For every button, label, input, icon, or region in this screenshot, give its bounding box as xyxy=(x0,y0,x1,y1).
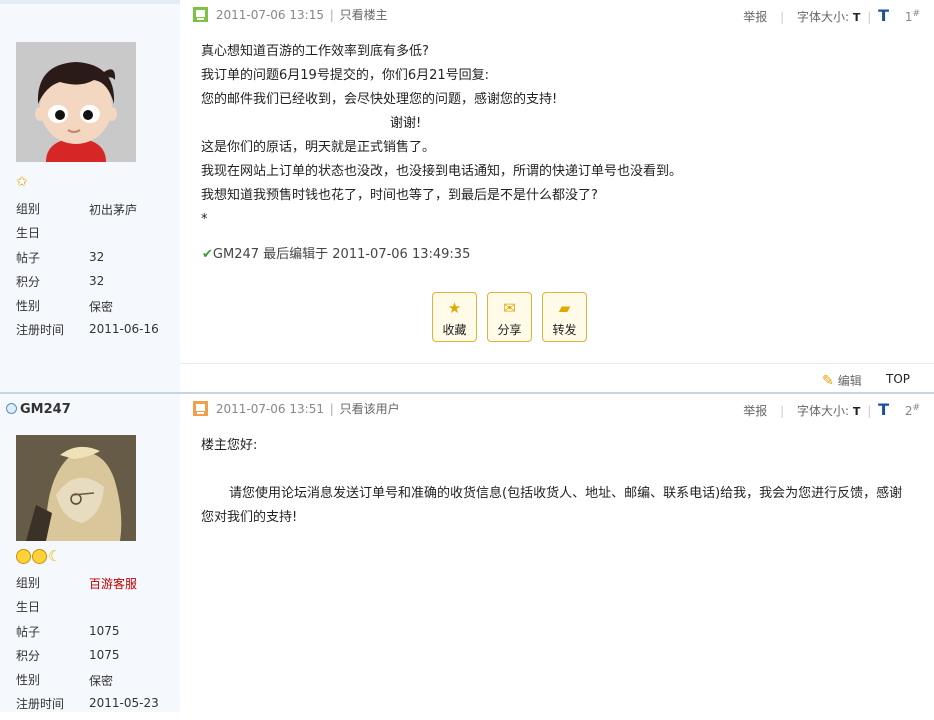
font-size-label: 字体大小: xyxy=(796,404,850,418)
content-body: 请您使用论坛消息发送订单号和准确的收货信息(包括收货人、地址、邮编、联系电话)给… xyxy=(201,486,903,525)
info-gender: 性别 保密 xyxy=(16,299,114,315)
sun-rank-icon xyxy=(32,548,47,564)
only-author-link[interactable]: 只看该用户 xyxy=(340,402,400,416)
font-big-button[interactable]: T xyxy=(878,6,889,25)
star-icon: ★ xyxy=(447,299,462,317)
post-footer: ✎ 编辑 TOP xyxy=(180,363,934,393)
post-header-tools: 举报 | 字体大小: T | T 2# xyxy=(743,400,920,419)
group-value: 初出茅庐 xyxy=(89,203,138,217)
author-name[interactable]: GM247 xyxy=(6,402,71,417)
info-posts: 帖子 1075 xyxy=(16,623,120,639)
content-line: * xyxy=(201,212,208,227)
info-points: 积分 1075 xyxy=(16,647,120,663)
favorite-button[interactable]: ★ 收藏 xyxy=(432,292,477,342)
content-greeting: 楼主您好: xyxy=(201,438,258,453)
post-1: ✩ 组别 初出茅庐 生日 帖子 32 积分 32 性别 保密 注册时间 2011… xyxy=(0,0,934,393)
font-small-button[interactable]: T xyxy=(853,11,861,24)
avatar[interactable] xyxy=(16,435,136,541)
check-icon: ✔ xyxy=(202,247,213,262)
content-line: 谢谢! xyxy=(390,116,422,131)
font-big-button[interactable]: T xyxy=(878,400,889,419)
post-time: 2011-07-06 13:15 xyxy=(215,8,324,22)
info-posts: 帖子 32 xyxy=(16,249,105,265)
author-info: 组别 百游客服 生日 帖子 1075 积分 1075 性别 保密 注册时间 20… xyxy=(16,574,176,720)
info-registered: 注册时间 2011-06-16 xyxy=(16,322,159,338)
content-line: 我订单的问题6月19号提交的，你们6月21号回复: xyxy=(201,68,490,83)
post-header: 2011-07-06 13:51 | 只看该用户 举报 | 字体大小: T | … xyxy=(193,400,920,420)
info-gender: 性别 保密 xyxy=(16,673,114,689)
post-header: 2011-07-06 13:15 | 只看楼主 举报 | 字体大小: T | T… xyxy=(193,6,920,26)
floor-number[interactable]: 2# xyxy=(905,403,920,418)
rank-icons: ☾ xyxy=(16,547,61,565)
content-line: 这是你们的原话，明天就是正式销售了。 xyxy=(201,140,436,155)
pencil-icon: ✎ xyxy=(822,373,834,389)
info-birthday: 生日 xyxy=(16,600,41,615)
only-author-link[interactable]: 只看楼主 xyxy=(340,8,388,22)
content-line: 我现在网站上订单的状态也没改，也没接到电话通知，所谓的快递订单号也没看到。 xyxy=(201,164,683,179)
avatar[interactable] xyxy=(16,42,136,162)
author-sidebar: GM247 ☾ 组别 百游客服 生日 帖子 1075 积分 1075 性别 保密… xyxy=(0,394,180,712)
post-2: GM247 ☾ 组别 百游客服 生日 帖子 1075 积分 1075 性别 保密… xyxy=(0,394,934,712)
post-type-icon xyxy=(193,7,208,22)
last-edited-note: ✔GM247 最后编辑于 2011-07-06 13:49:35 xyxy=(202,247,471,262)
share-button[interactable]: ✉ 分享 xyxy=(487,292,532,342)
cartoon-boy-avatar-icon xyxy=(16,42,136,162)
content-line: 您的邮件我们已经收到，会尽快处理您的问题，感谢您的支持! xyxy=(201,92,558,107)
star-icon: ✩ xyxy=(16,174,28,190)
folder-icon: ▰ xyxy=(558,299,571,317)
report-link[interactable]: 举报 xyxy=(743,404,767,418)
info-group: 组别 百游客服 xyxy=(16,576,138,591)
anime-character-avatar-icon xyxy=(16,435,136,541)
edit-link[interactable]: ✎ 编辑 xyxy=(822,372,862,389)
content-line: 我想知道我预售时钱也花了，时间也等了，到最后是不是什么都没了? xyxy=(201,188,598,203)
envelope-icon: ✉ xyxy=(503,299,516,317)
back-to-top-link[interactable]: TOP xyxy=(886,372,910,386)
report-link[interactable]: 举报 xyxy=(743,10,767,24)
rank-stars: ✩ xyxy=(16,174,28,190)
post-header-tools: 举报 | 字体大小: T | T 1# xyxy=(743,6,920,25)
post-time: 2011-07-06 13:51 xyxy=(215,402,324,416)
info-registered: 注册时间 2011-05-23 xyxy=(16,696,159,712)
info-points: 积分 32 xyxy=(16,273,105,289)
author-sidebar: ✩ 组别 初出茅庐 生日 帖子 32 积分 32 性别 保密 注册时间 2011… xyxy=(0,0,180,392)
online-status-icon xyxy=(6,403,17,414)
sun-rank-icon xyxy=(16,548,31,564)
post-type-icon xyxy=(193,401,208,416)
author-info: 组别 初出茅庐 生日 帖子 32 积分 32 性别 保密 注册时间 2011-0… xyxy=(16,200,176,346)
font-size-label: 字体大小: xyxy=(796,10,850,24)
info-group: 组别 初出茅庐 xyxy=(16,202,138,217)
font-small-button[interactable]: T xyxy=(853,405,861,418)
post-content: 楼主您好: 请您使用论坛消息发送订单号和准确的收货信息(包括收货人、地址、邮编、… xyxy=(201,434,913,530)
content-line: 真心想知道百游的工作效率到底有多低? xyxy=(201,44,429,59)
floor-number[interactable]: 1# xyxy=(905,9,920,24)
group-value: 百游客服 xyxy=(89,577,138,591)
moon-rank-icon: ☾ xyxy=(48,547,62,565)
post-content: 真心想知道百游的工作效率到底有多低? 我订单的问题6月19号提交的，你们6月21… xyxy=(201,40,913,232)
forward-button[interactable]: ▰ 转发 xyxy=(542,292,587,342)
info-birthday: 生日 xyxy=(16,226,41,241)
